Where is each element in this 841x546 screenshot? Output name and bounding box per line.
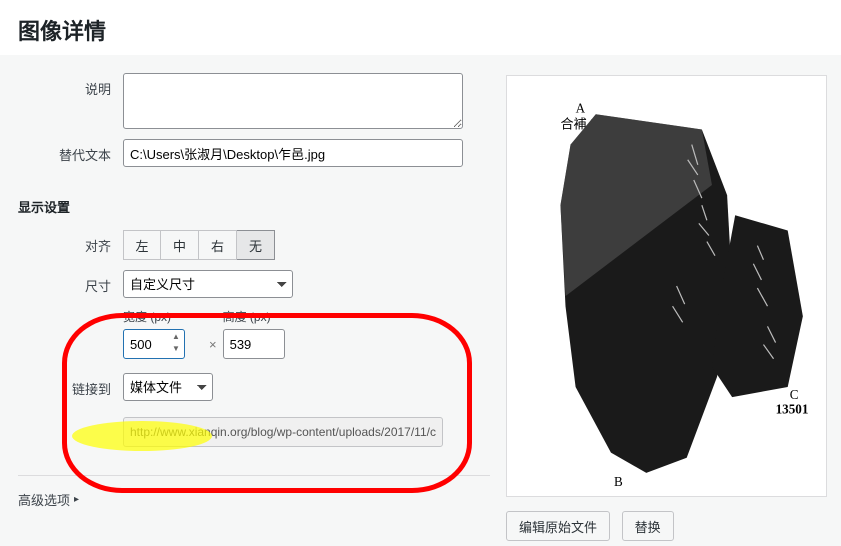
- dimensions-row: 宽度 (px) ▲▼ × 高度 (px): [123, 308, 490, 359]
- svg-text:A: A: [576, 100, 586, 115]
- svg-text:C: C: [790, 387, 799, 402]
- edit-original-button[interactable]: 编辑原始文件: [506, 511, 610, 541]
- align-left[interactable]: 左: [123, 230, 161, 260]
- display-settings-title: 显示设置: [18, 197, 490, 216]
- alt-label: 替代文本: [18, 139, 123, 164]
- svg-text:13501: 13501: [776, 401, 809, 416]
- svg-text:B: B: [614, 474, 623, 488]
- height-label: 高度 (px): [223, 308, 285, 325]
- times-symbol: ×: [209, 337, 217, 359]
- width-stepper[interactable]: ▲▼: [169, 331, 183, 355]
- chevron-right-icon: ▸: [74, 494, 79, 505]
- alt-input[interactable]: [123, 139, 463, 167]
- link-url-display[interactable]: [123, 417, 443, 447]
- align-right[interactable]: 右: [199, 230, 237, 260]
- align-label: 对齐: [18, 230, 123, 255]
- preview-svg: A 合補 580 B 13498 C 13501: [515, 84, 818, 488]
- dialog-header: 图像详情: [0, 0, 841, 54]
- align-buttons: 左 中 右 无: [123, 230, 275, 260]
- replace-button[interactable]: 替换: [622, 511, 674, 541]
- height-input[interactable]: [223, 329, 285, 359]
- settings-pane: 说明 替代文本 显示设置 对齐 左 中 右 无 尺寸 自定义尺寸 宽度: [0, 65, 500, 546]
- page-title: 图像详情: [18, 14, 823, 46]
- size-select[interactable]: 自定义尺寸: [123, 270, 293, 298]
- caption-input[interactable]: [123, 73, 463, 129]
- linkto-label: 链接到: [18, 373, 123, 398]
- size-label: 尺寸: [18, 270, 123, 295]
- align-center[interactable]: 中: [161, 230, 199, 260]
- image-preview: A 合補 580 B 13498 C 13501: [506, 75, 827, 497]
- advanced-options-toggle[interactable]: 高级选项 ▸: [18, 475, 490, 509]
- align-none[interactable]: 无: [237, 230, 275, 260]
- preview-actions: 编辑原始文件 替换: [506, 511, 827, 541]
- linkto-select[interactable]: 媒体文件: [123, 373, 213, 401]
- width-label: 宽度 (px): [123, 308, 185, 325]
- caption-label: 说明: [18, 73, 123, 98]
- preview-pane: A 合補 580 B 13498 C 13501: [500, 65, 841, 546]
- dialog-content: 说明 替代文本 显示设置 对齐 左 中 右 无 尺寸 自定义尺寸 宽度: [0, 55, 841, 546]
